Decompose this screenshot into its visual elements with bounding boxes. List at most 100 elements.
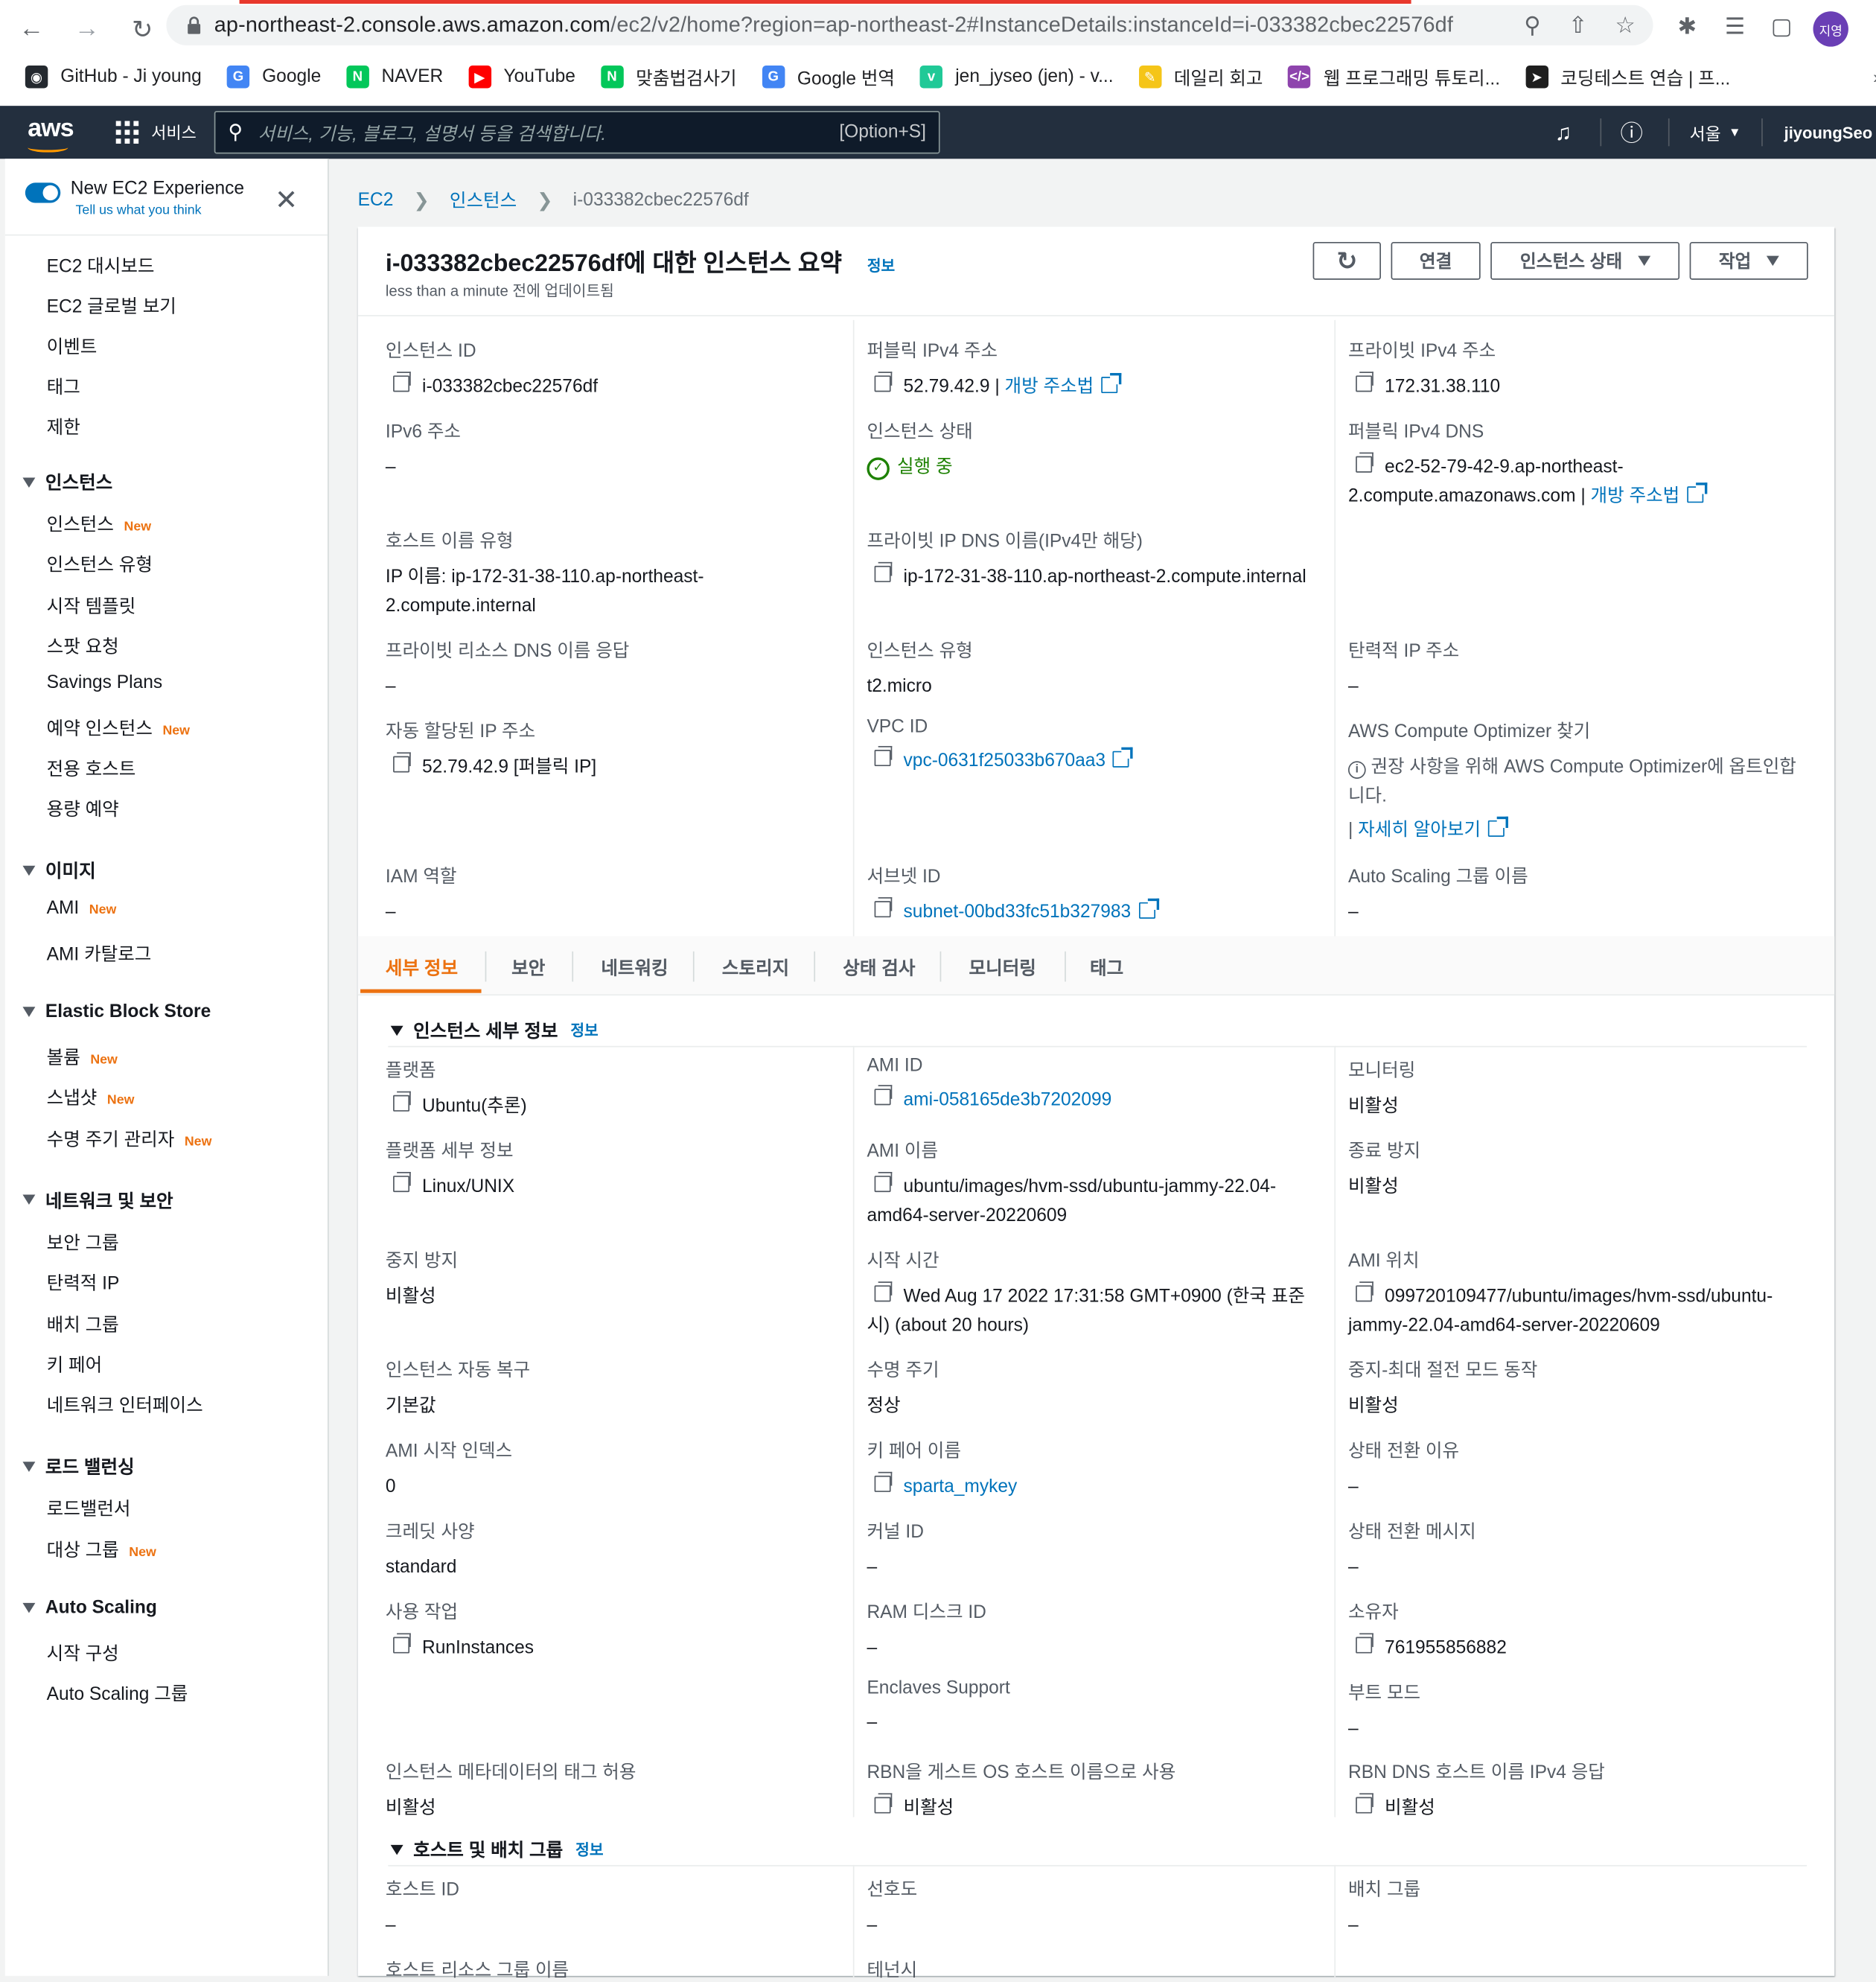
copy-icon[interactable] [874,561,893,582]
notifications-bell-icon[interactable]: ♫ [1555,106,1572,159]
bookmark-item[interactable]: ▶ YouTube [468,66,575,89]
sidebar-item[interactable]: 대상 그룹 New [47,1536,156,1563]
copy-icon[interactable] [393,372,411,392]
sidebar-item[interactable]: 스팟 요청 [47,632,119,659]
forward-icon[interactable]: → [63,7,111,51]
info-link[interactable]: 정보 [867,257,895,275]
help-icon[interactable]: ⓘ [1621,106,1643,159]
bookmark-item[interactable]: ➤ 코딩테스트 연습 | 프... [1525,63,1730,90]
region-selector[interactable]: 서울 ▼ [1690,106,1741,159]
bookmark-item[interactable]: </> 웹 프로그래밍 튜토리... [1288,63,1500,90]
external-link-icon[interactable] [1488,816,1509,837]
sidebar-item[interactable]: Auto Scaling 그룹 [47,1680,188,1707]
tab-3[interactable]: 스토리지 [722,954,789,981]
learn-more-link[interactable]: 자세히 알아보기 [1358,820,1481,841]
actions-button[interactable]: 작업 [1689,241,1808,280]
breadcrumb-instances[interactable]: 인스턴스 [450,186,517,213]
zoom-icon[interactable]: ⚲ [1524,12,1540,39]
external-link-icon[interactable] [1113,747,1134,768]
sidebar-item[interactable]: AMI 카탈로그 [47,940,152,966]
side-panel-icon[interactable]: ▢ [1765,10,1798,43]
sidebar-item[interactable]: 로드밸런서 [47,1495,131,1522]
sidebar-item[interactable]: 용량 예약 [47,795,119,822]
copy-icon[interactable] [874,1172,893,1193]
connect-button[interactable]: 연결 [1391,241,1481,280]
bookmark-item[interactable]: ✎ 데일리 회고 [1138,63,1263,90]
sidebar-group-header[interactable]: 네트워크 및 보안 [22,1187,173,1214]
close-sidebar-icon[interactable]: ✕ [275,184,298,217]
star-icon[interactable]: ☆ [1615,12,1636,39]
copy-icon[interactable] [1356,452,1374,473]
sidebar-group-header[interactable]: Auto Scaling [22,1598,157,1618]
sidebar-item[interactable]: 예약 인스턴스 New [47,714,190,741]
sidebar-item[interactable]: 태그 [47,373,80,400]
back-icon[interactable]: ← [7,7,55,51]
open-address-link[interactable]: 개방 주소법 [1591,486,1680,506]
copy-icon[interactable] [874,1281,893,1302]
instance-state-button[interactable]: 인스턴스 상태 [1490,241,1680,280]
copy-icon[interactable] [393,1633,411,1654]
services-menu-button[interactable]: 서비스 [115,120,197,144]
external-link-icon[interactable] [1138,898,1159,919]
copy-icon[interactable] [874,1085,893,1106]
user-menu[interactable]: jiyoungSeo [1784,106,1873,159]
copy-icon[interactable] [393,752,411,773]
sidebar-item[interactable]: EC2 대시보드 [47,252,155,279]
tab-6[interactable]: 태그 [1090,954,1123,981]
reload-icon[interactable]: ↻ [118,7,166,51]
bookmark-item[interactable]: v jen_jyseo (jen) - v... [919,66,1114,89]
info-link[interactable]: 정보 [570,1019,598,1041]
instance-details-section-header[interactable]: 인스턴스 세부 정보 정보 [390,1017,599,1044]
copy-icon[interactable] [874,1471,893,1492]
sidebar-item[interactable]: 이벤트 [47,333,98,360]
reading-list-icon[interactable]: ☰ [1719,10,1752,43]
copy-icon[interactable] [874,372,893,392]
tab-4[interactable]: 상태 검사 [843,954,915,981]
open-address-link[interactable]: 개방 주소법 [1005,377,1094,397]
copy-icon[interactable] [393,1172,411,1193]
bookmark-item[interactable]: G Google [226,66,321,89]
copy-icon[interactable] [393,1091,411,1112]
external-link-icon[interactable] [1101,372,1122,394]
sidebar-item[interactable]: 시작 구성 [47,1640,119,1666]
sidebar-item[interactable]: 인스턴스 유형 [47,551,153,578]
tab-5[interactable]: 모니터링 [969,954,1036,981]
field-value[interactable]: vpc-0631f25033b670aa3 [867,745,1320,777]
info-link[interactable]: 정보 [575,1838,603,1860]
bookmark-item[interactable]: ◉ GitHub - Ji young [25,66,202,89]
sidebar-item[interactable]: 보안 그룹 [47,1229,119,1255]
sidebar-group-header[interactable]: 인스턴스 [22,469,112,496]
sidebar-item[interactable]: 배치 그룹 [47,1310,119,1336]
new-experience-toggle[interactable] [25,182,61,203]
address-bar[interactable]: ap-northeast-2.console.aws.amazon.com/ec… [166,4,1653,45]
sidebar-item[interactable]: 네트워크 인터페이스 [47,1392,203,1418]
field-value[interactable]: sparta_mykey [867,1471,1320,1503]
copy-icon[interactable] [1356,372,1374,392]
aws-search-input[interactable]: ⚲ 서비스, 기능, 블로그, 설명서 등을 검색합니다. [Option+S] [214,110,940,154]
sidebar-item[interactable]: 제한 [47,413,80,440]
sidebar-item[interactable]: Savings Plans [47,673,163,693]
refresh-button[interactable]: ↻ [1312,241,1381,280]
copy-icon[interactable] [1356,1793,1374,1814]
sidebar-group-header[interactable]: 이미지 [22,858,96,885]
sidebar-item[interactable]: AMI New [47,899,117,919]
tab-0[interactable]: 세부 정보 [386,954,458,981]
copy-icon[interactable] [1356,1633,1374,1654]
copy-icon[interactable] [1356,1281,1374,1302]
sidebar-group-header[interactable]: 로드 밸런싱 [22,1453,135,1480]
bookmark-item[interactable]: N 맞춤법검사기 [600,63,737,90]
sidebar-item[interactable]: 시작 템플릿 [47,592,136,619]
bookmark-item[interactable]: G Google 번역 [762,63,895,90]
sidebar-item[interactable]: 스냅샷 New [47,1084,135,1111]
breadcrumb-ec2[interactable]: EC2 [358,190,394,210]
sidebar-group-header[interactable]: Elastic Block Store [22,1002,211,1022]
aws-logo[interactable]: aws [28,115,74,144]
sidebar-item[interactable]: 탄력적 IP [47,1269,120,1296]
bookmarks-overflow-icon[interactable]: › [1860,60,1876,93]
copy-icon[interactable] [874,897,893,918]
sidebar-item[interactable]: 전용 호스트 [47,754,136,781]
field-value[interactable]: subnet-00bd33fc51b327983 [867,897,1320,928]
share-icon[interactable]: ⇧ [1569,12,1588,39]
sidebar-item[interactable]: 키 페어 [47,1351,103,1377]
feedback-link[interactable]: Tell us what you think [76,203,245,217]
